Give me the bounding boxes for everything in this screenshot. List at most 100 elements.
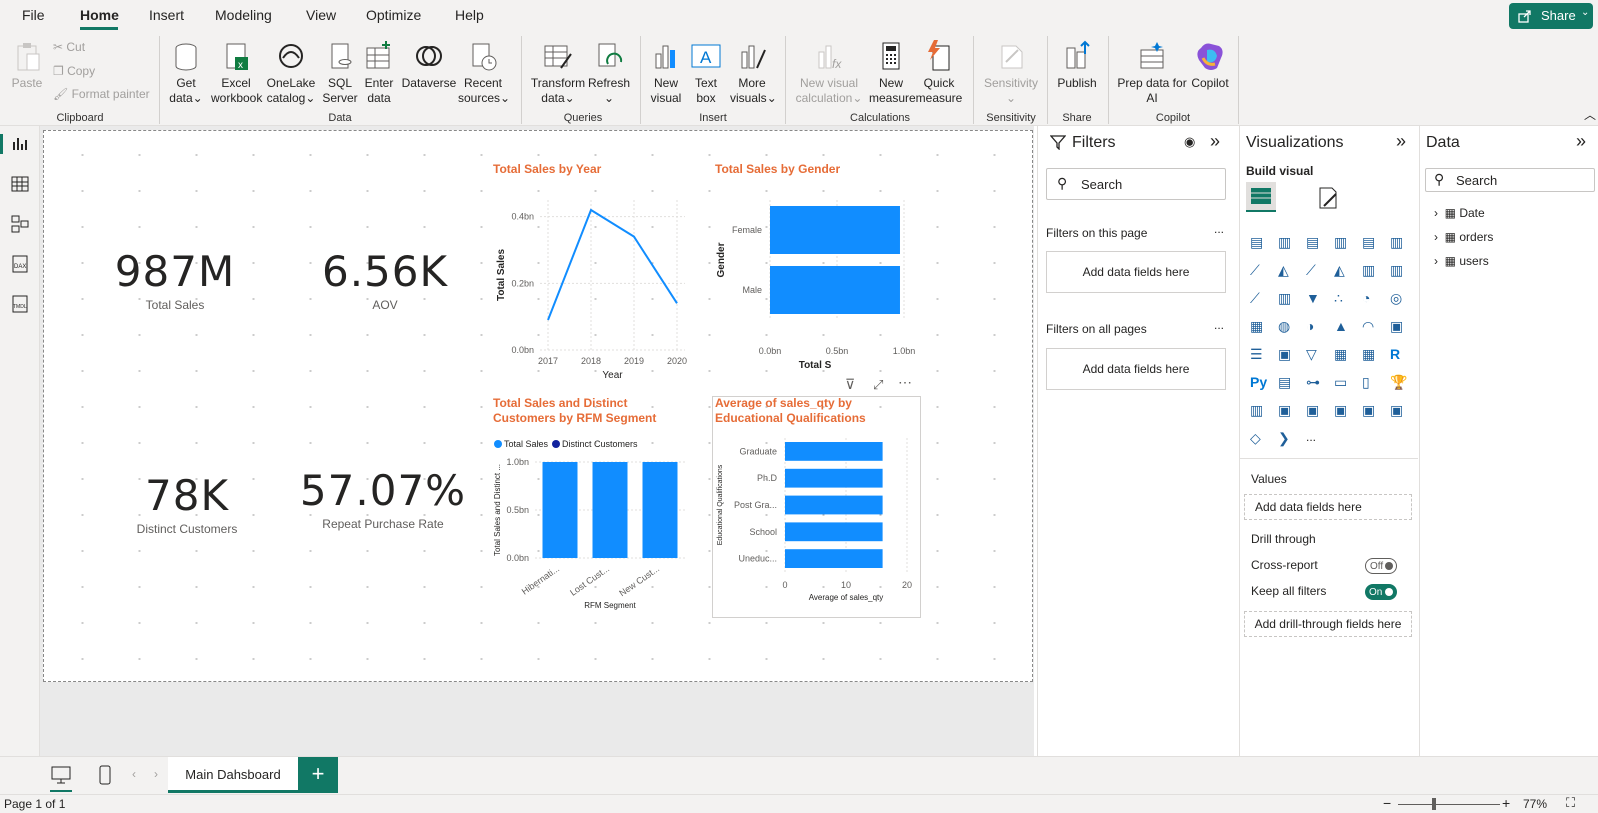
visual-type-icon[interactable]: ▦ (1362, 346, 1380, 364)
visual-type-icon[interactable]: ▤ (1306, 234, 1324, 252)
chevron-down-icon[interactable]: ⌄ (1581, 7, 1589, 18)
menu-file[interactable]: File (22, 7, 45, 23)
visual-type-icon[interactable]: ⊶ (1306, 374, 1324, 392)
visual-type-icon[interactable]: ▦ (1334, 346, 1352, 364)
onelake-catalog-button[interactable]: OneLake catalog⌄ (266, 40, 316, 106)
model-view-icon[interactable] (10, 214, 30, 234)
tmdl-view-icon[interactable]: TMDL (10, 294, 30, 314)
line-chart-sales-by-year[interactable]: 0.0bn 0.2bn 0.4bn 2017 2018 2019 2020 Year Total… (490, 180, 700, 385)
menu-help[interactable]: Help (455, 7, 484, 23)
enter-data-button[interactable]: Enter data (362, 40, 396, 106)
get-data-button[interactable]: Get data⌄ (166, 40, 206, 106)
bar-chart-sales-by-gender[interactable]: 0.0bn 0.5bn 1.0bn Female Male Total S Gender (712, 180, 922, 385)
visual-type-icon[interactable]: 🏆 (1390, 374, 1408, 392)
filters-search-input[interactable]: ⚲ Search (1046, 168, 1226, 200)
paste-button[interactable]: Paste (10, 40, 44, 91)
new-visual-button[interactable]: New visual (648, 40, 684, 106)
collapse-pane-icon[interactable]: » (1576, 131, 1586, 152)
visual-type-icon[interactable]: ◠ (1362, 318, 1380, 336)
table-item-orders[interactable]: › ▦ orders (1434, 230, 1493, 244)
visual-type-icon[interactable]: ◔ (1362, 290, 1380, 308)
visual-type-icon[interactable]: ▼ (1306, 290, 1324, 308)
quick-measure-button[interactable]: Quick measure (915, 40, 963, 106)
drill-through-dropzone[interactable]: Add drill-through fields here (1244, 611, 1412, 637)
visual-type-icon[interactable]: ▽ (1306, 346, 1324, 364)
collapse-pane-icon[interactable]: » (1396, 131, 1406, 152)
collapse-ribbon-icon[interactable]: ︿ (1584, 106, 1596, 123)
eye-icon[interactable]: ◉ (1184, 134, 1195, 150)
recent-sources-button[interactable]: Recent sources⌄ (458, 40, 510, 106)
prev-page-icon[interactable]: ‹ (132, 767, 136, 781)
visual-type-icon[interactable]: ▤ (1278, 374, 1296, 392)
visual-type-icon[interactable]: ▥ (1390, 234, 1408, 252)
values-dropzone[interactable]: Add data fields here (1244, 494, 1412, 520)
menu-view[interactable]: View (306, 7, 336, 23)
visual-type-icon[interactable]: ◭ (1278, 262, 1296, 280)
data-search-input[interactable]: ⚲ Search (1425, 168, 1595, 192)
table-view-icon[interactable] (10, 174, 30, 194)
visual-type-icon[interactable]: ▣ (1278, 402, 1296, 420)
menu-modeling[interactable]: Modeling (215, 7, 272, 23)
visual-type-icon[interactable]: ❯ (1278, 430, 1296, 448)
table-item-users[interactable]: › ▦ users (1434, 254, 1489, 268)
fit-to-page-icon[interactable]: ⛶ (1566, 795, 1575, 811)
next-page-icon[interactable]: › (154, 767, 158, 781)
visual-type-icon[interactable]: ◍ (1278, 318, 1296, 336)
table-item-date[interactable]: › ▦ Date (1434, 206, 1485, 220)
visual-type-icon[interactable]: ▥ (1278, 234, 1296, 252)
more-visuals-button[interactable]: More visuals⌄ (730, 40, 777, 106)
mobile-layout-icon[interactable] (98, 764, 112, 786)
format-painter-button[interactable]: 🖌 Format painter (53, 87, 150, 101)
visual-type-icon[interactable]: ▲ (1334, 318, 1352, 336)
more-options-icon[interactable]: ⋯ (898, 374, 913, 391)
cut-button[interactable]: ✂ Cut (53, 40, 85, 54)
visual-type-icon[interactable]: ▤ (1250, 234, 1268, 252)
filters-page-dropzone[interactable]: Add data fields here (1046, 251, 1226, 293)
zoom-out-icon[interactable]: − (1383, 795, 1391, 811)
copy-button[interactable]: ❐ Copy (53, 64, 95, 78)
visual-type-icon[interactable]: ⟋ (1250, 262, 1268, 280)
refresh-button[interactable]: Refresh ⌄ (588, 40, 630, 106)
more-visuals-icon[interactable]: ... (1306, 430, 1324, 448)
zoom-slider-track[interactable] (1398, 804, 1500, 805)
transform-data-button[interactable]: Transform data⌄ (528, 40, 588, 106)
visual-type-icon[interactable]: ▤ (1362, 234, 1380, 252)
keep-filters-toggle[interactable]: On (1365, 584, 1397, 600)
visual-type-icon[interactable]: ◑ (1306, 318, 1324, 336)
kpi-card-total-sales[interactable]: 987M Total Sales (85, 247, 265, 312)
visual-type-icon[interactable]: R (1390, 346, 1408, 364)
publish-button[interactable]: Publish (1055, 40, 1099, 91)
visual-type-icon[interactable]: ▥ (1278, 290, 1296, 308)
filters-all-more-icon[interactable]: ... (1214, 318, 1224, 332)
kpi-card-repeat-purchase-rate[interactable]: 57.07% Repeat Purchase Rate (293, 466, 473, 531)
menu-home[interactable]: Home (80, 7, 119, 23)
share-button[interactable]: Share ⌄ (1509, 3, 1593, 29)
zoom-slider-thumb[interactable] (1432, 798, 1436, 810)
visual-type-icon[interactable]: ▥ (1390, 262, 1408, 280)
add-page-button[interactable]: + (298, 757, 338, 793)
prep-data-ai-button[interactable]: Prep data for AI (1114, 40, 1190, 106)
report-view-icon[interactable] (10, 134, 30, 154)
dax-query-view-icon[interactable]: DAX (10, 254, 30, 274)
visual-type-icon[interactable]: ◇ (1250, 430, 1268, 448)
page-tab-main-dashboard[interactable]: Main Dahsboard (168, 757, 298, 793)
menu-insert[interactable]: Insert (149, 7, 184, 23)
visual-type-icon[interactable]: ▥ (1362, 262, 1380, 280)
visual-type-icon[interactable]: Py (1250, 374, 1268, 392)
dataverse-button[interactable]: Dataverse (401, 40, 457, 91)
visual-type-icon[interactable]: ▯ (1362, 374, 1380, 392)
excel-workbook-button[interactable]: x Excel workbook (211, 40, 262, 106)
menu-optimize[interactable]: Optimize (366, 7, 421, 23)
visual-type-icon[interactable]: ▣ (1334, 402, 1352, 420)
visual-type-icon[interactable]: ◭ (1334, 262, 1352, 280)
kpi-card-aov[interactable]: 6.56K AOV (295, 247, 475, 312)
visual-type-icon[interactable]: ⟋ (1306, 262, 1324, 280)
build-visual-tab[interactable] (1246, 182, 1276, 212)
visual-type-icon[interactable]: ▥ (1334, 234, 1352, 252)
format-visual-icon[interactable] (1314, 184, 1342, 212)
visual-type-icon[interactable]: ▣ (1306, 402, 1324, 420)
visual-type-icon[interactable]: ▦ (1250, 318, 1268, 336)
collapse-pane-icon[interactable]: » (1210, 131, 1220, 152)
filters-page-more-icon[interactable]: ... (1214, 222, 1224, 236)
zoom-in-icon[interactable]: + (1502, 795, 1510, 811)
